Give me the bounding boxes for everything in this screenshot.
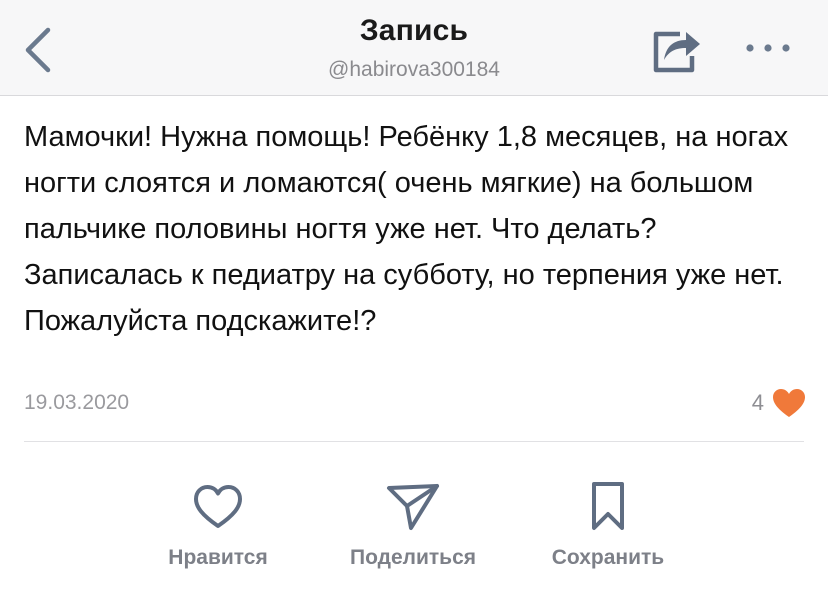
top-bar: Запись @habirova300184 <box>0 0 828 96</box>
like-button[interactable]: Нравится <box>143 478 293 570</box>
like-label: Нравится <box>168 546 268 569</box>
heart-icon <box>194 485 242 528</box>
send-icon <box>387 484 439 530</box>
more-icon <box>746 44 790 52</box>
share-action-button[interactable]: Поделиться <box>338 478 488 570</box>
page-title: Запись <box>359 14 469 47</box>
post-text: Мамочки! Нужна помощь! Ребёнку 1,8 месяц… <box>24 121 789 337</box>
heart-filled-icon <box>773 389 805 417</box>
bookmark-icon <box>592 482 624 530</box>
share-label: Поделиться <box>349 546 477 569</box>
divider <box>24 441 804 442</box>
save-button[interactable]: Сохранить <box>533 478 683 570</box>
share-button[interactable] <box>650 24 702 74</box>
author-handle[interactable]: @habirova300184 <box>0 58 828 82</box>
post-date: 19.03.2020 <box>24 391 130 414</box>
save-label: Сохранить <box>551 546 665 569</box>
share-icon <box>653 31 700 73</box>
likes-counter[interactable]: 4 <box>752 387 806 419</box>
more-options-button[interactable] <box>742 36 794 60</box>
likes-count: 4 <box>751 390 764 415</box>
